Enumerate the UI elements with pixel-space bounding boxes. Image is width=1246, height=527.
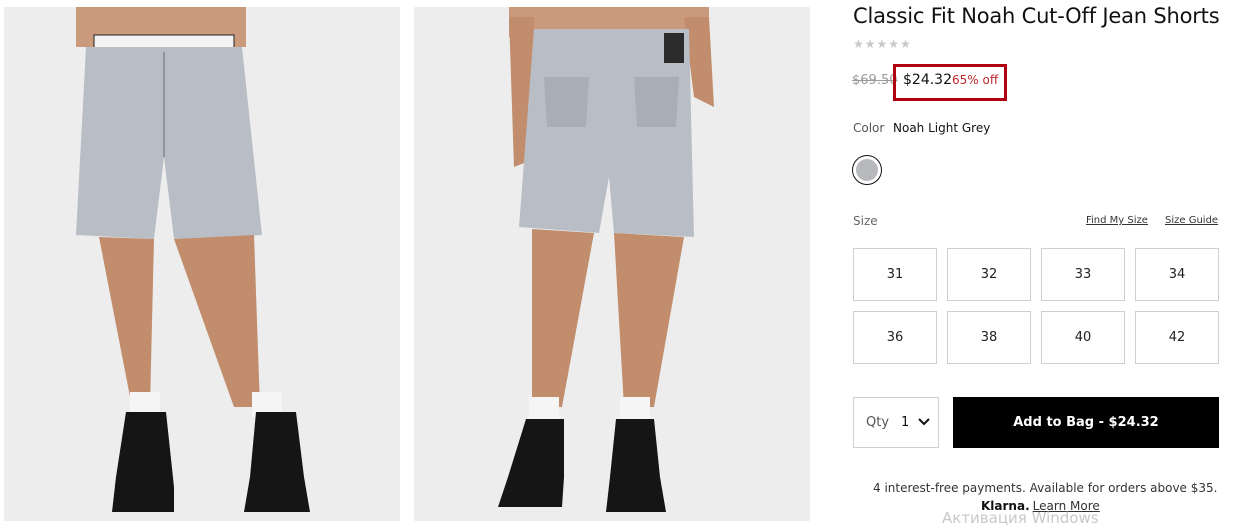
original-price: $69.50 [852,73,898,88]
size-option[interactable]: 34 [1135,248,1219,301]
product-image-back[interactable] [414,7,810,521]
color-swatch[interactable] [852,155,882,185]
color-label: Color [853,121,885,135]
windows-activation-watermark: Активация Windows [942,509,1099,527]
product-title: Classic Fit Noah Cut-Off Jean Shorts [853,4,1220,28]
find-my-size-link[interactable]: Find My Size [1086,215,1148,226]
quantity-select[interactable]: Qty 1 [853,397,939,448]
size-option[interactable]: 32 [947,248,1031,301]
size-option[interactable]: 36 [853,311,937,364]
size-option[interactable]: 40 [1041,311,1125,364]
chevron-down-icon [918,418,930,426]
installments-text: 4 interest-free payments. Available for … [873,481,1218,495]
rating-stars[interactable]: ★★★★★ [853,37,912,51]
color-value: Noah Light Grey [893,121,991,135]
size-option[interactable]: 33 [1041,248,1125,301]
size-option[interactable]: 42 [1135,311,1219,364]
size-option[interactable]: 38 [947,311,1031,364]
discount-label: 65% off [952,73,999,87]
size-option[interactable]: 31 [853,248,937,301]
product-image-front[interactable] [4,7,400,521]
swatch-fill [856,159,878,181]
add-to-bag-button[interactable]: Add to Bag - $24.32 [953,397,1219,448]
size-label: Size [853,214,878,228]
sale-price: $24.32 [903,72,952,88]
qty-value: 1 [901,415,910,430]
qty-label: Qty [866,415,890,430]
size-guide-link[interactable]: Size Guide [1165,215,1218,226]
